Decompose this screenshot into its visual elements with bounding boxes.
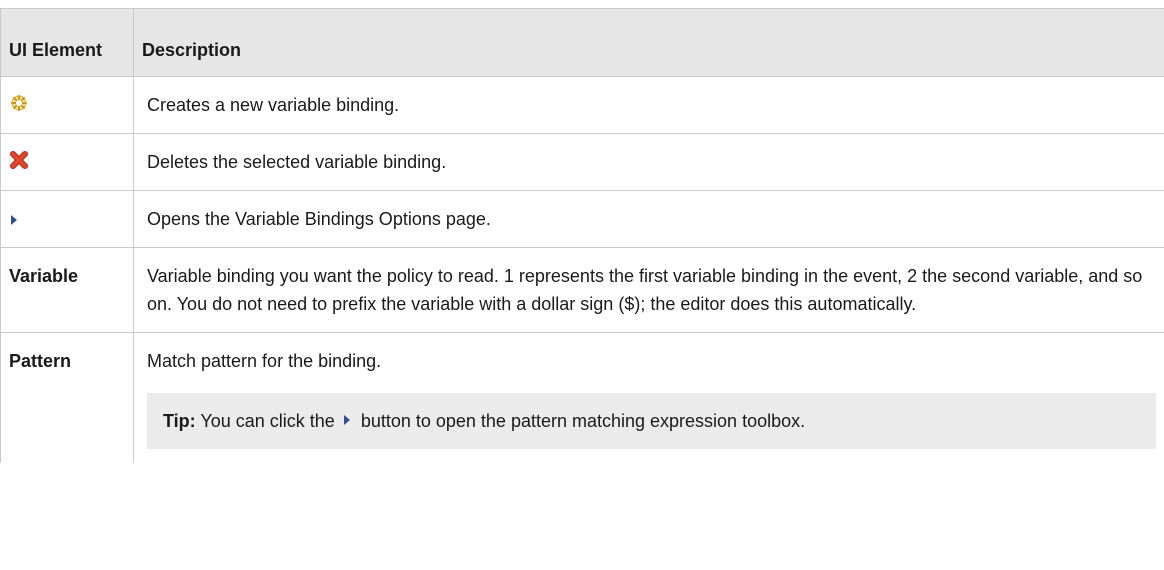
header-ui-element: UI Element [0,8,134,77]
ui-element-name: Variable [0,247,134,333]
table-row: Pattern Match pattern for the binding. T… [0,332,1164,463]
delete-binding-icon [9,150,29,170]
table-row: Creates a new variable binding. [0,76,1164,134]
ui-element-name: Pattern [0,332,134,463]
row-description: Deletes the selected variable binding. [147,152,447,172]
tip-text-after: button to open the pattern matching expr… [360,411,806,431]
expand-triangle-icon [343,415,350,426]
description-cell: Match pattern for the binding. Tip: You … [133,332,1164,463]
table-header-row: UI Element Description [0,8,1164,77]
tip-label: Tip: [163,411,196,431]
ui-element-cell [0,76,134,134]
ui-element-cell [0,133,134,191]
expand-triangle-icon [11,215,17,226]
table-row: Variable Variable binding you want the p… [0,247,1164,333]
table-row: Opens the Variable Bindings Options page… [0,190,1164,248]
description-cell: Creates a new variable binding. [133,76,1164,134]
description-cell: Deletes the selected variable binding. [133,133,1164,191]
ui-elements-table: UI Element Description Creates a new var… [0,8,1164,463]
row-description: Opens the Variable Bindings Options page… [147,209,491,229]
tip-text-before: You can click the [200,411,335,431]
description-cell: Opens the Variable Bindings Options page… [133,190,1164,248]
row-description: Match pattern for the binding. [147,351,382,371]
row-description: Variable binding you want the policy to … [147,266,1143,314]
row-description: Creates a new variable binding. [147,95,400,115]
new-binding-icon [9,93,29,113]
description-cell: Variable binding you want the policy to … [133,247,1164,333]
ui-element-cell [0,190,134,248]
tip-box: Tip: You can click the button to open th… [147,393,1156,449]
table-row: Deletes the selected variable binding. [0,133,1164,191]
header-description: Description [133,8,1164,77]
